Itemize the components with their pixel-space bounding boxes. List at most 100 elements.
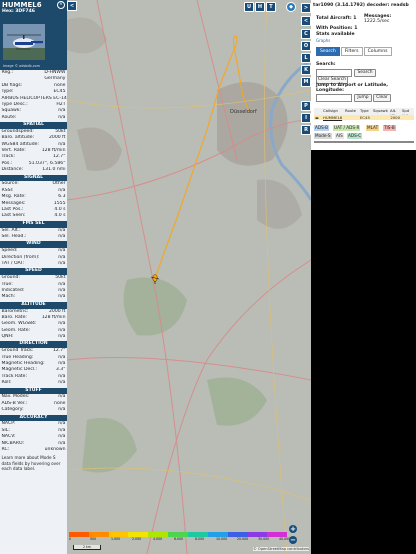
stats-graphs-link[interactable]: Graphs: [316, 38, 330, 43]
map-button-p[interactable]: P: [301, 101, 311, 111]
aircraft-photo[interactable]: [3, 24, 45, 60]
zoom-in-button[interactable]: +: [289, 525, 297, 533]
colorbar-label: 30.000: [258, 537, 270, 541]
map-attribution[interactable]: © OpenStreetMap contributors: [253, 547, 309, 551]
info-label[interactable]: Category:: [2, 407, 24, 413]
colorbar-label: 0: [69, 537, 72, 541]
badge-uat[interactable]: UAT / ADS-R: [333, 125, 361, 131]
city-label-duesseldorf: Düsseldorf: [230, 109, 257, 115]
map-button-back[interactable]: <: [301, 16, 311, 26]
colorbar-label: 500: [90, 537, 97, 541]
layers-icon[interactable]: ◆: [286, 2, 296, 12]
info-value: n/a: [58, 334, 66, 340]
info-row: TAT / OAT: n/a: [0, 261, 67, 267]
info-row: Last Seen: 4.0 s: [0, 213, 67, 219]
badge-mlat[interactable]: MLAT: [366, 125, 380, 131]
section-header-direction: DIRECTION: [0, 341, 67, 349]
with-position-label: With Position:: [316, 26, 353, 31]
tab-columns[interactable]: Columns: [363, 47, 392, 56]
row-altitude: 2000: [390, 115, 400, 120]
badge-tisb[interactable]: TIS-B: [383, 125, 396, 131]
hex-code[interactable]: 3DF746: [15, 9, 35, 14]
learn-more-text: Learn more about Mode S data fields by h…: [1, 455, 61, 471]
expand-right-button[interactable]: >: [301, 3, 311, 13]
info-header: HUMMEL6 Hex: 3DF746 ×: [0, 0, 67, 21]
map-button-m[interactable]: M: [301, 77, 311, 87]
section-header-altitude: ALTITUDE: [0, 301, 67, 309]
info-row: QNH: n/a: [0, 334, 67, 340]
row-callsign[interactable]: HUMMEL6: [322, 115, 344, 120]
info-value: n/a: [58, 294, 66, 300]
row-type: EC45: [360, 115, 370, 120]
info-value: n/a: [58, 380, 66, 386]
colorbar-label: 6.000: [174, 537, 184, 541]
info-label[interactable]: Distance:: [2, 167, 24, 173]
colorbar-label: 1.000: [111, 537, 121, 541]
section-header-accuracy: ACCURACY: [0, 414, 67, 422]
info-label[interactable]: Reg.:: [2, 70, 14, 76]
search-button[interactable]: Search: [354, 69, 376, 77]
map-button-l[interactable]: L: [301, 53, 311, 63]
info-label[interactable]: TAT / OAT:: [2, 261, 25, 267]
map-button-h[interactable]: H: [255, 2, 265, 12]
info-row: Roll: n/a: [0, 380, 67, 386]
badge-ais[interactable]: AIS: [335, 133, 344, 139]
table-row[interactable]: ▬ HUMMEL6 EC45 2000: [314, 115, 414, 120]
badge-adsb[interactable]: ADS-B: [314, 125, 329, 131]
info-label[interactable]: Sel. Head.:: [2, 234, 27, 240]
section-header-wind: WIND: [0, 241, 67, 249]
info-value: unknown: [44, 446, 66, 452]
info-value: 131.0 nmi: [42, 167, 66, 173]
collapse-left-button[interactable]: <: [67, 1, 77, 11]
tab-filters[interactable]: Filters: [340, 47, 363, 56]
stats-panel: tar1090 (3.14.1792) decoder: readsb Tota…: [311, 0, 416, 554]
info-value: n/a: [58, 114, 66, 120]
zoom-out-button[interactable]: −: [289, 536, 297, 544]
hex-label: Hex:: [2, 9, 14, 14]
map-button-c[interactable]: C: [301, 29, 311, 39]
map-button-u[interactable]: U: [244, 2, 254, 12]
map-button-r[interactable]: R: [301, 125, 311, 135]
info-row: Route: n/a: [0, 115, 67, 121]
info-body: Reg.: D-HNWW Germany DB flags: none Type: EC45…: [0, 70, 67, 554]
info-value: n/a: [58, 260, 66, 266]
section-header-stuff: STUFF: [0, 387, 67, 395]
total-aircraft-label: Total Aircraft:: [316, 16, 352, 21]
version-line[interactable]: tar1090 (3.14.1792) decoder: readsb: [313, 3, 409, 8]
colorbar-segment: [69, 532, 89, 537]
info-row: Category: n/a: [0, 407, 67, 413]
info-row: Mach: n/a: [0, 294, 67, 300]
info-value: 4.0 s: [54, 213, 66, 219]
callsign: HUMMEL6: [2, 1, 42, 9]
map-button-t[interactable]: T: [266, 2, 276, 12]
info-label[interactable]: Route:: [2, 115, 17, 121]
info-label[interactable]: Last Seen:: [2, 213, 26, 219]
map-canvas[interactable]: Düsseldorf: [67, 0, 311, 554]
info-row: Sel. Head.: n/a: [0, 234, 67, 240]
info-label[interactable]: RC:: [2, 447, 10, 453]
badge-adsc[interactable]: ADS-C: [347, 133, 363, 139]
info-label[interactable]: Roll:: [2, 380, 12, 386]
map-button-o[interactable]: O: [301, 41, 311, 51]
colorbar-label: 2.000: [132, 537, 142, 541]
info-label[interactable]: Mach:: [2, 294, 16, 300]
search-label: Search:: [316, 62, 336, 67]
aircraft-info-panel: HUMMEL6 Hex: 3DF746 × Image © adsbdb.com…: [0, 0, 67, 554]
map-button-k[interactable]: K: [301, 65, 311, 75]
info-label[interactable]: QNH:: [2, 334, 14, 340]
close-icon[interactable]: ×: [57, 1, 65, 9]
section-header-spatial: SPATIAL: [0, 122, 67, 129]
jump-button[interactable]: Jump: [354, 94, 372, 102]
clear-button[interactable]: Clear: [373, 94, 391, 102]
jump-input[interactable]: [316, 94, 352, 102]
table-scrollbar[interactable]: [314, 141, 414, 143]
tab-search[interactable]: Search: [316, 47, 340, 56]
info-value: n/a: [58, 407, 66, 413]
map-button-i[interactable]: I: [301, 113, 311, 123]
info-value: n/a: [58, 233, 66, 239]
badge-modes[interactable]: Mode-S: [314, 133, 332, 139]
map-view[interactable]: Düsseldorf < U H T ◆ > < C O L K M P I R…: [67, 0, 311, 554]
colorbar-label: 8.000: [195, 537, 205, 541]
colorbar-label: 20.000: [237, 537, 249, 541]
photo-credit: Image © adsbdb.com: [3, 64, 40, 68]
